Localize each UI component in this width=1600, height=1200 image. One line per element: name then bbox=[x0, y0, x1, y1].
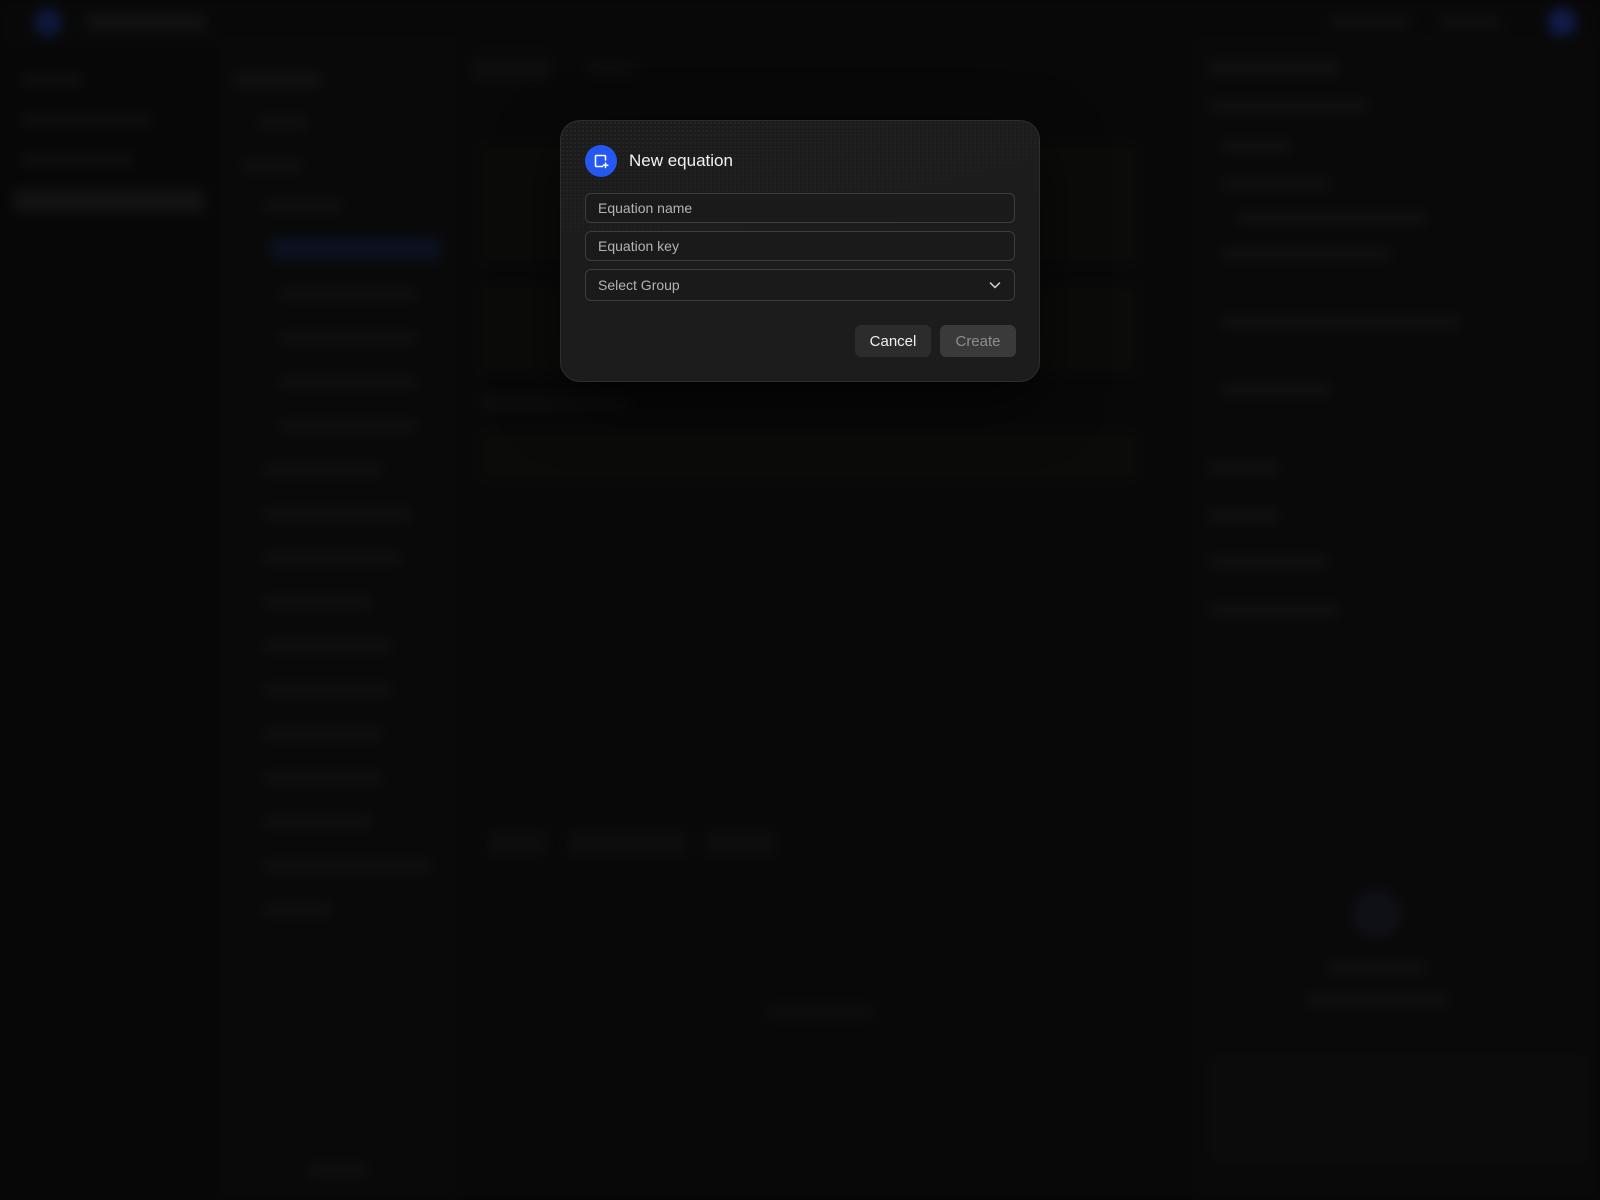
dialog-title: New equation bbox=[629, 151, 733, 170]
equation-key-input[interactable] bbox=[585, 231, 1015, 261]
group-select-label: Select Group bbox=[598, 277, 680, 293]
new-equation-dialog: New equation Select Group Cancel Create bbox=[560, 120, 1040, 382]
create-button[interactable]: Create bbox=[940, 325, 1016, 357]
group-select[interactable]: Select Group bbox=[585, 269, 1015, 301]
cancel-button[interactable]: Cancel bbox=[855, 325, 931, 357]
dialog-header: New equation bbox=[585, 145, 733, 177]
equation-name-input[interactable] bbox=[585, 193, 1015, 223]
chevron-down-icon bbox=[988, 278, 1002, 292]
new-equation-icon bbox=[585, 145, 617, 177]
